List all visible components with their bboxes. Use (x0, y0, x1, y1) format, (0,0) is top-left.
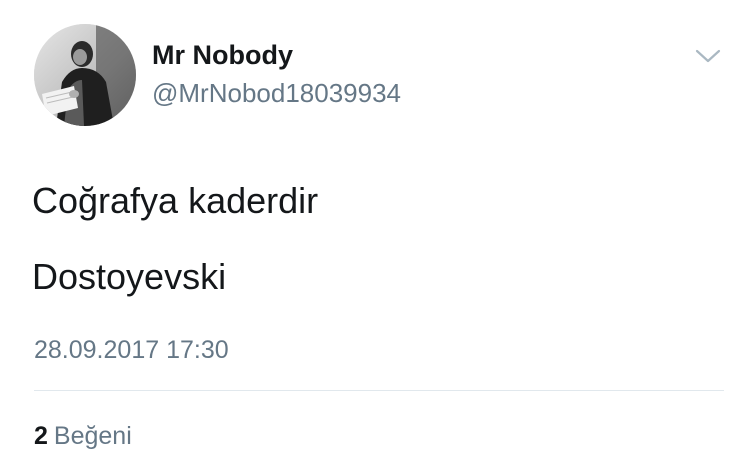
avatar-photo (34, 24, 136, 126)
author-display-name[interactable]: Mr Nobody (152, 40, 293, 71)
tweet-card: Mr Nobody @MrNobod18039934 Coğrafya kade… (0, 0, 750, 470)
tweet-text-line: Coğrafya kaderdir (32, 180, 319, 221)
author-handle[interactable]: @MrNobod18039934 (152, 78, 401, 109)
divider (34, 390, 724, 391)
likes-label: Beğeni (53, 422, 132, 450)
tweet-text-line: Dostoyevski (32, 256, 227, 297)
likes-stat[interactable]: 2 Beğeni (34, 422, 132, 451)
tweet-timestamp[interactable]: 28.09.2017 17:30 (34, 336, 229, 365)
likes-count: 2 (34, 422, 48, 450)
chevron-down-icon[interactable] (694, 46, 722, 66)
avatar[interactable] (34, 24, 136, 126)
